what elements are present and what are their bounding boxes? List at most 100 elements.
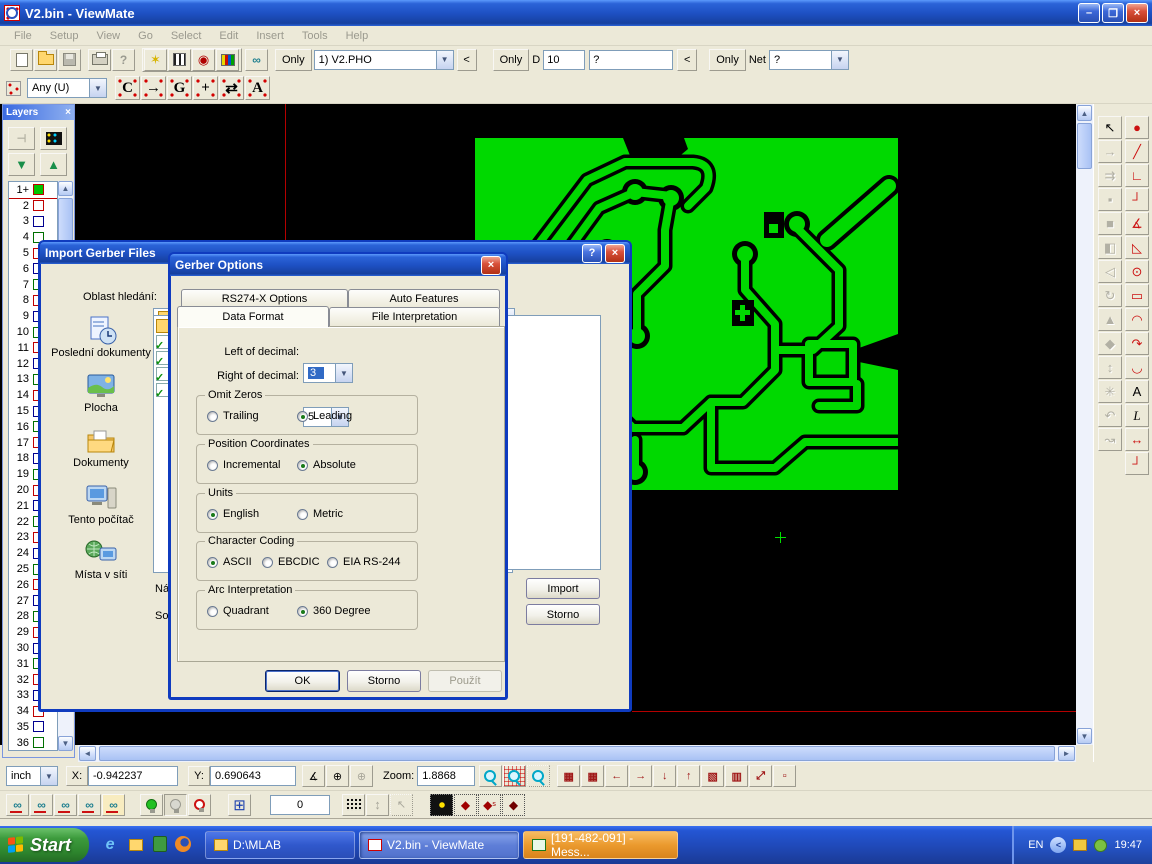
layer-row[interactable]: 3 (9, 214, 57, 230)
radio-eia-rs244[interactable]: EIA RS-244 (327, 556, 400, 568)
chevron-down-icon[interactable]: ▼ (89, 79, 106, 97)
dialog-close-button[interactable]: × (605, 244, 625, 263)
highlight-on-button[interactable] (140, 794, 163, 816)
layer-select-combo[interactable]: 1) V2.PHO ▼ (314, 50, 454, 70)
draw-circle-icon[interactable]: ⊙ (1125, 260, 1149, 283)
layer-color-swatch[interactable] (33, 737, 44, 748)
tray-chevron-icon[interactable]: < (1050, 837, 1066, 853)
mirror-horizontal-icon[interactable]: ◧ (1098, 236, 1122, 259)
view-lines-button[interactable]: ∞ (30, 794, 53, 816)
vertical-scrollbar[interactable]: ▲ ▼ (1076, 104, 1093, 745)
small-aperture-icon[interactable]: ▪ (1098, 188, 1122, 211)
view-sketch-button[interactable]: ∞ (102, 794, 125, 816)
pan-down-icon[interactable]: ↓ (653, 765, 676, 787)
draw-dimension-icon[interactable]: ↔ (1125, 428, 1149, 451)
draw-rectangle-icon[interactable]: ▭ (1125, 284, 1149, 307)
tile-windows-button[interactable]: ⊞ (228, 794, 251, 816)
radio-metric[interactable]: Metric (297, 508, 343, 520)
draw-pad-icon[interactable]: ● (1125, 116, 1149, 139)
menu-item[interactable]: File (6, 28, 40, 44)
pan-left-icon[interactable]: ← (605, 765, 628, 787)
chevron-down-icon[interactable]: ▼ (436, 51, 453, 69)
gerber-options-close-button[interactable]: × (481, 256, 501, 275)
dcode-prev-button[interactable]: < (677, 49, 697, 71)
select-net-button[interactable]: ⇄ (219, 76, 244, 100)
tab-data-format[interactable]: Data Format (177, 306, 329, 327)
menu-item[interactable]: Select (163, 28, 210, 44)
resize-window-icon[interactable]: ⤢ (749, 765, 772, 787)
grid-log-icon[interactable]: ▦ (557, 765, 580, 787)
angle-measure-button[interactable]: ∡ (302, 765, 325, 787)
layer-color-swatch[interactable] (33, 184, 44, 195)
radio-icon[interactable] (297, 460, 308, 471)
place-documents[interactable]: Dokumenty (73, 427, 129, 469)
layer-table-button[interactable] (40, 127, 67, 150)
layer-color-swatch[interactable] (33, 216, 44, 227)
dcode-input[interactable] (543, 50, 585, 70)
layer-row[interactable]: 2 (9, 198, 57, 214)
layer-color-swatch[interactable] (33, 721, 44, 732)
internet-explorer-icon[interactable]: e (101, 836, 119, 854)
layer-scroll-up-button[interactable]: ▲ (58, 181, 73, 196)
lasso-icon[interactable]: ↝ (1098, 428, 1122, 451)
layer-prev-button[interactable]: < (457, 49, 477, 71)
draw-label-icon[interactable]: L (1125, 404, 1149, 427)
radio-icon[interactable] (297, 606, 308, 617)
taskbar-task-button[interactable]: D:\MLAB (205, 831, 355, 859)
radio-icon[interactable] (297, 509, 308, 520)
move-selection-icon[interactable]: ◆ (1098, 332, 1122, 355)
pad-dark-mode-button[interactable]: ◆ (502, 794, 525, 816)
move-selection-button[interactable]: ↖ (390, 794, 413, 816)
chevron-down-icon[interactable]: ▼ (335, 364, 352, 382)
scroll-right-button[interactable]: ► (1058, 746, 1075, 761)
vertical-scroll-thumb[interactable] (1077, 123, 1092, 169)
book-icon[interactable] (153, 836, 167, 852)
move-point-icon[interactable]: → (1098, 140, 1122, 163)
scroll-left-button[interactable]: ◄ (79, 746, 96, 761)
horizontal-scrollbar[interactable]: ◄ ► (78, 745, 1076, 762)
zoom-window-button[interactable] (527, 765, 550, 787)
view-all-button[interactable]: ∞ (6, 794, 29, 816)
layer-move-up-button[interactable]: ▲ (40, 153, 67, 176)
select-scope-combo[interactable]: Any (U) ▼ (27, 78, 107, 98)
select-component-button[interactable]: C (115, 76, 140, 100)
aperture-view-button[interactable]: ◉ (192, 49, 215, 71)
tray-mail-icon[interactable] (1073, 839, 1087, 851)
context-help-button[interactable]: ? (112, 49, 135, 71)
minimize-button[interactable]: – (1078, 3, 1100, 23)
place-network[interactable]: Místa v síti (75, 539, 128, 581)
place-my-computer[interactable]: Tento počítač (68, 482, 133, 526)
view-filled-button[interactable]: ∞ (54, 794, 77, 816)
undo-icon[interactable]: ↶ (1098, 404, 1122, 427)
radio-360-degree[interactable]: 360 Degree (297, 605, 371, 617)
ok-button[interactable]: OK (265, 670, 340, 692)
radio-icon[interactable] (207, 411, 218, 422)
draw-arc-icon[interactable]: ◠ (1125, 308, 1149, 331)
radio-icon[interactable] (327, 557, 338, 568)
title-bar[interactable]: V2.bin - ViewMate – ❐ × (0, 0, 1152, 26)
scroll-down-button[interactable]: ▼ (1077, 728, 1092, 744)
rotate-icon[interactable]: ↻ (1098, 284, 1122, 307)
options-gear-icon[interactable]: ✳ (1098, 380, 1122, 403)
radio-icon[interactable] (262, 557, 273, 568)
draw-angle-icon[interactable]: ∡ (1125, 212, 1149, 235)
save-file-button[interactable] (58, 49, 81, 71)
pad-select-mode-button[interactable]: ◆s (478, 794, 501, 816)
dcode-filter-input[interactable] (589, 50, 673, 70)
apply-button[interactable]: Použít (428, 670, 502, 692)
select-trace-button[interactable]: → (141, 76, 166, 100)
radio-leading[interactable]: Leading (297, 410, 352, 422)
radio-incremental[interactable]: Incremental (207, 459, 280, 471)
view-pads-button[interactable]: ∞ (78, 794, 101, 816)
layer-row[interactable]: 1+ (9, 182, 57, 198)
select-cursor-icon[interactable]: ↖ (1098, 116, 1122, 139)
draw-spline-icon[interactable]: ◡ (1125, 356, 1149, 379)
flash-mode-button[interactable] (430, 794, 453, 816)
radio-icon[interactable] (207, 557, 218, 568)
tab-file-interpretation[interactable]: File Interpretation (329, 307, 500, 326)
pad-mode-button[interactable]: ◆ (454, 794, 477, 816)
layer-color-swatch[interactable] (33, 200, 44, 211)
menu-item[interactable]: Help (338, 28, 377, 44)
layer-scroll-down-button[interactable]: ▼ (58, 736, 73, 751)
maximize-button[interactable]: ❐ (1102, 3, 1124, 23)
